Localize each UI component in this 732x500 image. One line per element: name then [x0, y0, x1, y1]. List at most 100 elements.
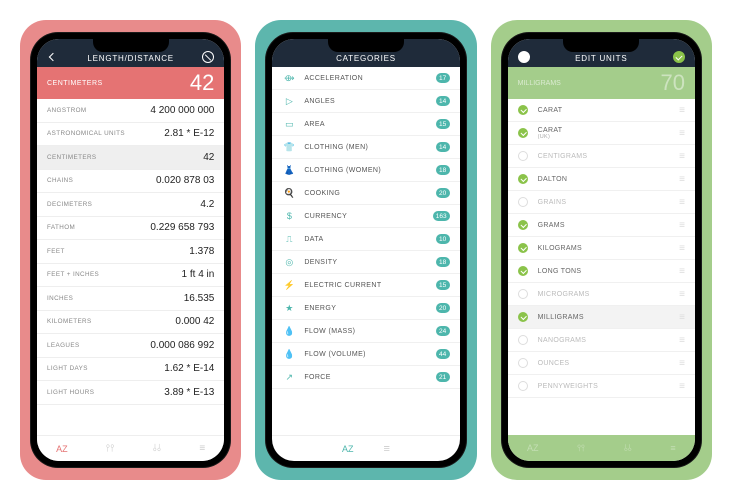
- drag-handle-icon[interactable]: ≡: [679, 220, 685, 231]
- unit-value: 4.2: [200, 199, 214, 210]
- drag-handle-icon[interactable]: ≡: [679, 312, 685, 323]
- back-icon[interactable]: [47, 51, 59, 63]
- screen-categories: CATEGORIES ⟴ACCELERATION17▷ANGLES14▭AREA…: [272, 39, 459, 461]
- category-name: FORCE: [304, 374, 435, 381]
- category-row[interactable]: ⚡ELECTRIC CURRENT15: [272, 274, 459, 297]
- toggle-checkbox[interactable]: [518, 128, 528, 138]
- toggle-checkbox[interactable]: [518, 220, 528, 230]
- conversion-row[interactable]: KILOMETERS0.000 42: [37, 311, 224, 335]
- edit-unit-row[interactable]: PENNYWEIGHTS≡: [508, 375, 695, 398]
- category-row[interactable]: $CURRENCY163: [272, 205, 459, 228]
- selected-unit-header[interactable]: CENTIMETERS 42: [37, 67, 224, 99]
- category-row[interactable]: ⎍DATA10: [272, 228, 459, 251]
- sort-az-button[interactable]: AZ: [342, 444, 354, 454]
- menu-icon[interactable]: ≡: [384, 443, 390, 455]
- drag-handle-icon[interactable]: ≡: [679, 197, 685, 208]
- edit-unit-list[interactable]: CARAT≡CARAT(UK)≡CENTIGRAMS≡DALTON≡GRAINS…: [508, 99, 695, 435]
- category-row[interactable]: 👗CLOTHING (WOMEN)18: [272, 159, 459, 182]
- phone-notch: [93, 38, 169, 52]
- edit-unit-row[interactable]: MILLIGRAMS≡: [508, 306, 695, 329]
- edit-unit-row[interactable]: GRAMS≡: [508, 214, 695, 237]
- unit-name: CENTIGRAMS: [538, 153, 679, 160]
- toggle-checkbox[interactable]: [518, 243, 528, 253]
- edit-unit-row[interactable]: GRAINS≡: [508, 191, 695, 214]
- category-row[interactable]: 💧FLOW (MASS)24: [272, 320, 459, 343]
- conversion-row[interactable]: DECIMETERS4.2: [37, 193, 224, 217]
- bars-asc-icon[interactable]: ⫯⫯: [106, 443, 115, 454]
- category-row[interactable]: ⟴ACCELERATION17: [272, 67, 459, 90]
- edit-unit-row[interactable]: CARAT≡: [508, 99, 695, 122]
- bars-desc-icon[interactable]: ⫰⫰: [624, 443, 632, 454]
- sort-az-button[interactable]: AZ: [56, 444, 68, 454]
- conversion-row[interactable]: CHAINS0.020 878 03: [37, 170, 224, 194]
- edit-unit-row[interactable]: NANOGRAMS≡: [508, 329, 695, 352]
- drag-handle-icon[interactable]: ≡: [679, 174, 685, 185]
- category-count-badge: 15: [436, 119, 450, 129]
- bars-desc-icon[interactable]: ⫰⫰: [153, 443, 162, 454]
- menu-icon[interactable]: ≡: [670, 443, 675, 453]
- conversion-row[interactable]: FEET1.378: [37, 240, 224, 264]
- toggle-checkbox[interactable]: [518, 197, 528, 207]
- toggle-checkbox[interactable]: [518, 266, 528, 276]
- conversion-row[interactable]: LEAGUES0.000 086 992: [37, 334, 224, 358]
- edit-unit-row[interactable]: DALTON≡: [508, 168, 695, 191]
- drag-handle-icon[interactable]: ≡: [679, 105, 685, 116]
- conversion-row[interactable]: CENTIMETERS42: [37, 146, 224, 170]
- category-icon: ▭: [282, 119, 296, 130]
- edit-unit-row[interactable]: MICROGRAMS≡: [508, 283, 695, 306]
- drag-handle-icon[interactable]: ≡: [679, 381, 685, 392]
- options-icon[interactable]: [202, 51, 214, 63]
- category-row[interactable]: ▷ANGLES14: [272, 90, 459, 113]
- toggle-checkbox[interactable]: [518, 289, 528, 299]
- conversion-row[interactable]: LIGHT HOURS3.89 * E-13: [37, 381, 224, 405]
- drag-handle-icon[interactable]: ≡: [679, 289, 685, 300]
- category-count-badge: 15: [436, 280, 450, 290]
- category-row[interactable]: ◎DENSITY18: [272, 251, 459, 274]
- category-name: AREA: [304, 121, 435, 128]
- drag-handle-icon[interactable]: ≡: [679, 128, 685, 139]
- toggle-checkbox[interactable]: [518, 312, 528, 322]
- edit-unit-row[interactable]: KILOGRAMS≡: [508, 237, 695, 260]
- conversion-list[interactable]: ANGSTROM4 200 000 000ASTRONOMICAL UNITS2…: [37, 99, 224, 435]
- toggle-checkbox[interactable]: [518, 105, 528, 115]
- menu-icon[interactable]: ≡: [199, 443, 205, 454]
- category-row[interactable]: 🍳COOKING20: [272, 182, 459, 205]
- category-row[interactable]: ↗FORCE21: [272, 366, 459, 389]
- conversion-row[interactable]: ANGSTROM4 200 000 000: [37, 99, 224, 123]
- category-row[interactable]: 👕CLOTHING (MEN)14: [272, 136, 459, 159]
- drag-handle-icon[interactable]: ≡: [679, 243, 685, 254]
- category-icon: ▷: [282, 96, 296, 107]
- toggle-checkbox[interactable]: [518, 381, 528, 391]
- edit-unit-row[interactable]: LONG TONS≡: [508, 260, 695, 283]
- confirm-icon[interactable]: [673, 51, 685, 63]
- bars-asc-icon[interactable]: ⫯⫯: [577, 443, 585, 454]
- unit-name: CENTIMETERS: [47, 154, 97, 161]
- screen-edit-units: EDIT UNITS MILLIGRAMS 70 CARAT≡CARAT(UK)…: [508, 39, 695, 461]
- toggle-checkbox[interactable]: [518, 335, 528, 345]
- toggle-checkbox[interactable]: [518, 358, 528, 368]
- conversion-row[interactable]: ASTRONOMICAL UNITS2.81 * E-12: [37, 123, 224, 147]
- drag-handle-icon[interactable]: ≡: [679, 151, 685, 162]
- edit-unit-row[interactable]: CARAT(UK)≡: [508, 122, 695, 145]
- category-name: ACCELERATION: [304, 75, 435, 82]
- category-row[interactable]: ★ENERGY20: [272, 297, 459, 320]
- category-count-badge: 163: [433, 211, 450, 221]
- drag-handle-icon[interactable]: ≡: [679, 358, 685, 369]
- category-row[interactable]: 💧FLOW (VOLUME)44: [272, 343, 459, 366]
- category-icon: 👕: [282, 142, 296, 153]
- cancel-icon[interactable]: [518, 51, 530, 63]
- sort-az-button[interactable]: AZ: [527, 443, 539, 453]
- edit-unit-row[interactable]: OUNCES≡: [508, 352, 695, 375]
- drag-handle-icon[interactable]: ≡: [679, 266, 685, 277]
- edit-unit-row[interactable]: CENTIGRAMS≡: [508, 145, 695, 168]
- conversion-row[interactable]: INCHES16.535: [37, 287, 224, 311]
- unit-name: FATHOM: [47, 224, 75, 231]
- conversion-row[interactable]: LIGHT DAYS1.62 * E-14: [37, 358, 224, 382]
- conversion-row[interactable]: FATHOM0.229 658 793: [37, 217, 224, 241]
- drag-handle-icon[interactable]: ≡: [679, 335, 685, 346]
- toggle-checkbox[interactable]: [518, 174, 528, 184]
- toggle-checkbox[interactable]: [518, 151, 528, 161]
- conversion-row[interactable]: FEET + INCHES1 ft 4 in: [37, 264, 224, 288]
- category-list[interactable]: ⟴ACCELERATION17▷ANGLES14▭AREA15👕CLOTHING…: [272, 67, 459, 435]
- category-row[interactable]: ▭ AREA15: [272, 113, 459, 136]
